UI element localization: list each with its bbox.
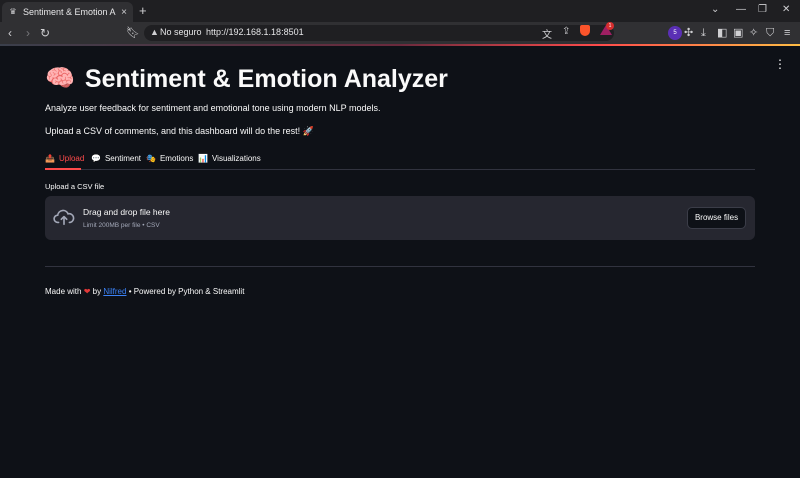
tab-label: Sentiment [104, 154, 141, 163]
tab-label: Visualizations [211, 154, 261, 163]
security-label[interactable]: No seguro [160, 27, 202, 37]
tab-label: Upload [58, 154, 85, 163]
dropzone-instructions: Drag and drop file here [83, 207, 170, 217]
page-title: 🧠 Sentiment & Emotion Analyzer [45, 64, 448, 94]
dropzone-limit: Limit 200MB per file • CSV [83, 222, 160, 229]
tab-bar: 📤 Upload 💬 Sentiment 🎭 Emotions 📊 Visual… [45, 152, 755, 170]
minimize-icon[interactable]: — [736, 4, 746, 15]
heart-icon: ❤ [83, 287, 91, 296]
tab-emotions[interactable]: 🎭 Emotions [146, 154, 193, 170]
close-window-icon[interactable]: ✕ [782, 4, 790, 15]
app-instruction: Upload a CSV of comments, and this dashb… [45, 126, 314, 136]
browser-menu-icon[interactable]: ≡ [784, 25, 790, 41]
uploader-label: Upload a CSV file [45, 182, 105, 191]
translate-icon[interactable]: 文 [542, 26, 552, 41]
divider [45, 266, 755, 267]
new-tab-button[interactable]: + [139, 3, 147, 18]
browser-tab-bar: ♛ Sentiment & Emotion Analyzer × + ⌄ — ❐… [0, 0, 800, 22]
browser-toolbar: ‹ › ↻ 🔖︎ ▲ No seguro http://192.168.1.18… [0, 22, 800, 44]
downloads-icon[interactable]: ⤓ [701, 25, 706, 41]
browser-tab[interactable]: ♛ Sentiment & Emotion Analyzer × [2, 2, 133, 22]
speech-bubble-icon: 💬 [91, 154, 101, 163]
rewards-badge: 1 [606, 22, 614, 30]
active-tab-indicator [45, 168, 81, 170]
tab-sentiment[interactable]: 💬 Sentiment [91, 154, 141, 170]
wallet-icon[interactable]: ▣ [733, 25, 743, 41]
leo-ai-icon[interactable]: ✧ [749, 25, 758, 41]
tab-list-chevron-icon[interactable]: ⌄ [711, 4, 719, 15]
forward-icon[interactable]: › [26, 25, 30, 41]
extension-avatar-icon[interactable]: 5 [668, 26, 682, 40]
cloud-upload-icon [53, 209, 75, 226]
back-icon[interactable]: ‹ [8, 25, 12, 41]
app-description: Analyze user feedback for sentiment and … [45, 103, 381, 113]
vpn-shield-icon[interactable]: ⛉ [766, 25, 774, 41]
main-menu-icon[interactable]: ⋮ [774, 58, 786, 70]
tab-close-icon[interactable]: × [121, 7, 127, 18]
tab-title: Sentiment & Emotion Analyzer [23, 7, 116, 17]
url-text[interactable]: http://192.168.1.18:8501 [206, 27, 304, 37]
inbox-tray-icon: 📤 [45, 154, 55, 163]
share-icon[interactable]: ⇪ [562, 26, 570, 37]
extensions-icon[interactable]: ✣ [684, 25, 693, 41]
author-link[interactable]: Nilfred [103, 287, 126, 296]
sidebar-icon[interactable]: ◧ [717, 25, 727, 41]
tab-visualizations[interactable]: 📊 Visualizations [198, 154, 261, 170]
footer-powered-by: • Powered by Python & Streamlit [128, 287, 245, 296]
bar-chart-icon: 📊 [198, 154, 208, 163]
brave-shields-icon[interactable] [580, 25, 590, 36]
reload-icon[interactable]: ↻ [40, 25, 50, 41]
footer: Made with ❤ by Nilfred • Powered by Pyth… [45, 287, 244, 296]
brain-icon: 🧠 [45, 65, 75, 92]
bookmark-icon[interactable]: 🔖︎ [126, 25, 140, 41]
address-bar[interactable]: ▲ No seguro http://192.168.1.18:8501 文 ⇪ [144, 25, 614, 41]
streamlit-favicon-icon: ♛ [9, 7, 17, 16]
restore-icon[interactable]: ❐ [758, 4, 767, 15]
tab-label: Emotions [159, 154, 194, 163]
footer-made-with: Made with [45, 287, 82, 296]
warning-icon[interactable]: ▲ [150, 27, 159, 37]
file-dropzone[interactable]: Drag and drop file here Limit 200MB per … [45, 196, 755, 240]
title-text: Sentiment & Emotion Analyzer [84, 65, 448, 93]
browse-files-button[interactable]: Browse files [687, 207, 746, 229]
masks-icon: 🎭 [146, 154, 156, 163]
footer-by: by [92, 287, 102, 296]
